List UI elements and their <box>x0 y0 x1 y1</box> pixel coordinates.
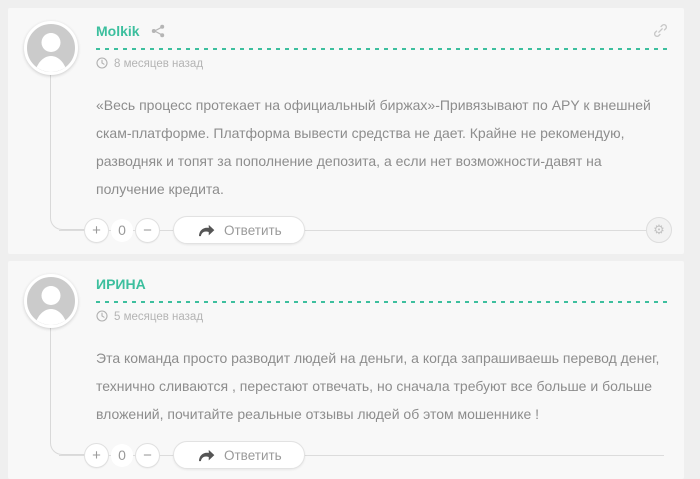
avatar <box>24 21 78 75</box>
reply-arrow-icon <box>199 224 215 236</box>
gear-icon[interactable]: ⚙ <box>646 217 672 243</box>
avatar-silhouette <box>34 309 68 325</box>
comment-card: Molkik 8 месяцев назад «Весь процесс про… <box>8 8 684 254</box>
author-name[interactable]: ИРИНА <box>96 276 146 292</box>
avatar <box>24 274 78 328</box>
clock-icon <box>96 309 108 325</box>
reply-button-label: Ответить <box>224 447 282 463</box>
avatar-silhouette <box>41 33 61 52</box>
reply-button-label: Ответить <box>224 222 282 238</box>
reply-arrow-icon <box>199 449 215 461</box>
comment-timestamp: 8 месяцев назад <box>114 58 204 70</box>
author-name[interactable]: Molkik <box>96 23 140 39</box>
avatar-silhouette <box>41 286 61 305</box>
vote-count: 0 <box>111 443 133 467</box>
comment-timestamp: 5 месяцев назад <box>114 311 204 323</box>
upvote-button[interactable]: + <box>84 217 109 243</box>
share-icon[interactable] <box>151 24 165 38</box>
dashed-separator <box>96 301 668 303</box>
upvote-button[interactable]: + <box>84 442 109 468</box>
comment-header: ИРИНА 5 месяцев назад <box>96 275 668 324</box>
avatar-silhouette <box>34 56 68 72</box>
comment-actions: + 0 − Ответить ⚙ <box>59 216 672 244</box>
dashed-separator <box>96 48 668 50</box>
comment-actions: + 0 − Ответить <box>59 441 668 469</box>
reply-button[interactable]: Ответить <box>173 441 305 469</box>
reply-button[interactable]: Ответить <box>173 216 305 244</box>
comment-text: Эта команда просто разводит людей на ден… <box>96 350 660 422</box>
thread-connector-line <box>50 74 86 230</box>
vote-count: 0 <box>111 218 133 242</box>
comment-header: Molkik 8 месяцев назад <box>96 22 668 71</box>
downvote-button[interactable]: − <box>135 217 160 243</box>
downvote-button[interactable]: − <box>135 442 160 468</box>
thread-connector-line <box>50 327 86 455</box>
comment-text: «Весь процесс протекает на официальный б… <box>96 97 651 197</box>
link-icon[interactable] <box>653 23 668 43</box>
comment-card: ИРИНА 5 месяцев назад Эта команда просто… <box>8 261 684 479</box>
comments-list: Molkik 8 месяцев назад «Весь процесс про… <box>0 0 700 479</box>
clock-icon <box>96 56 108 72</box>
